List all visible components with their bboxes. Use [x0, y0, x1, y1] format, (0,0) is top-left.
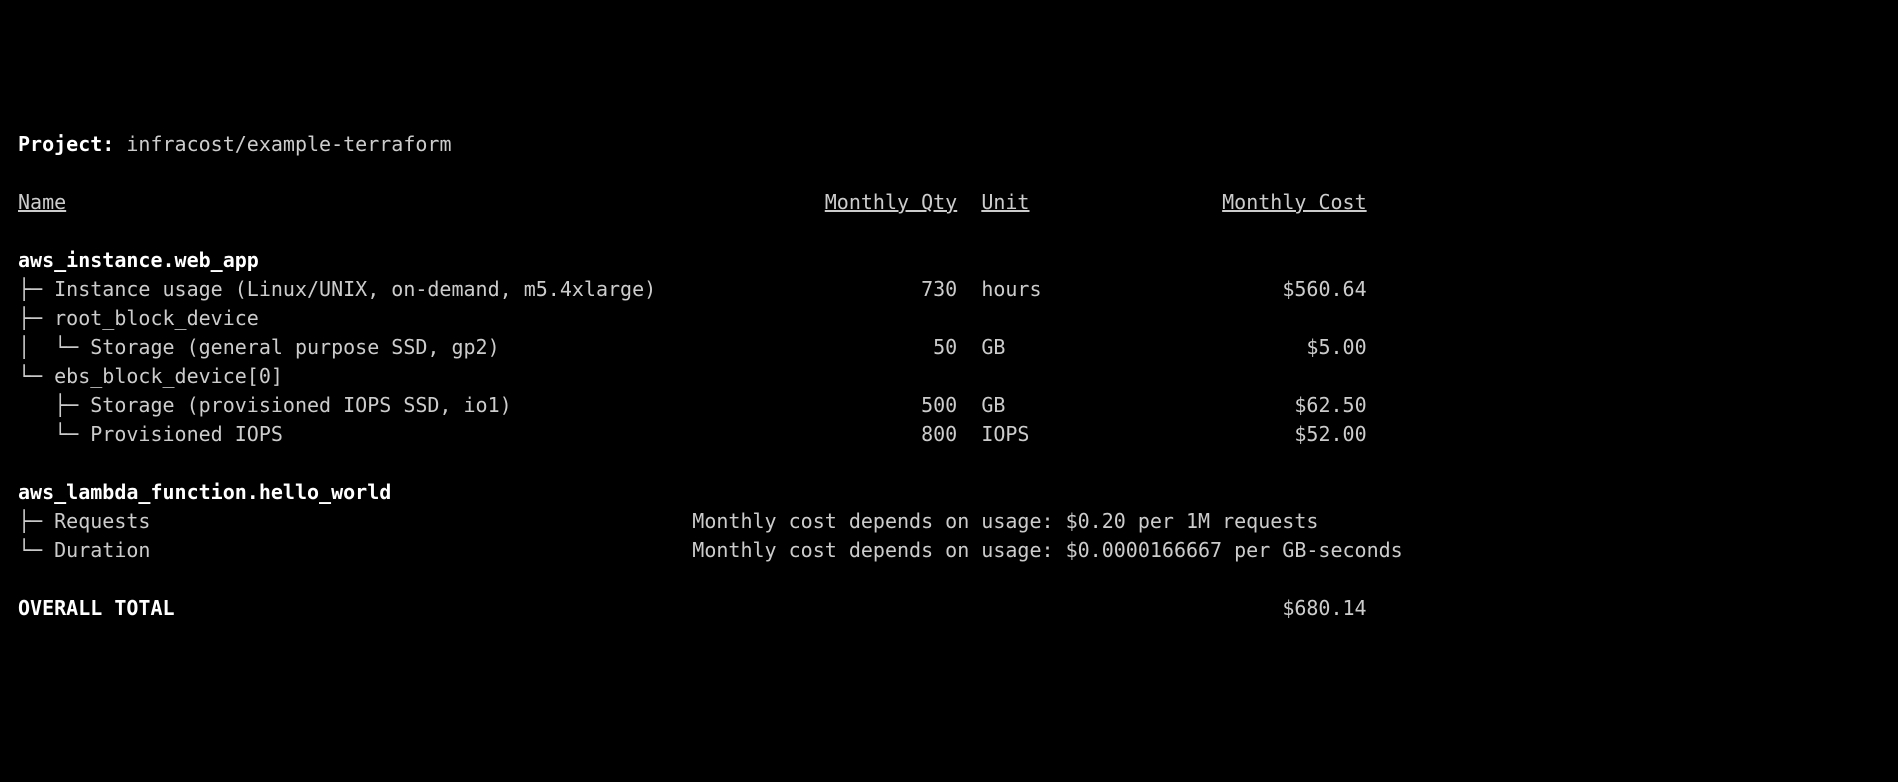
line-unit	[981, 364, 1077, 388]
project-line: Project: infracost/example-terraform	[18, 130, 1880, 159]
line-unit: IOPS	[981, 422, 1077, 446]
usage-note: Monthly cost depends on usage: $0.20 per…	[692, 509, 1318, 533]
blank-line	[18, 217, 1880, 246]
total-cost: $680.14	[1282, 596, 1366, 620]
line-label: └─ Provisioned IOPS	[18, 422, 740, 446]
cost-line: │ └─ Storage (general purpose SSD, gp2) …	[18, 333, 1880, 362]
line-unit	[981, 306, 1077, 330]
cost-line: ├─ Storage (provisioned IOPS SSD, io1) 5…	[18, 391, 1880, 420]
cost-line: └─ Provisioned IOPS 800 IOPS $52.00	[18, 420, 1880, 449]
project-label: Project:	[18, 132, 114, 156]
project-name: infracost/example-terraform	[126, 132, 451, 156]
line-qty	[740, 364, 957, 388]
resource-name: aws_lambda_function.hello_world	[18, 478, 1880, 507]
cost-line: └─ ebs_block_device[0]	[18, 362, 1880, 391]
blank-line	[18, 565, 1880, 594]
line-unit: GB	[981, 393, 1077, 417]
line-label: ├─ Instance usage (Linux/UNIX, on-demand…	[18, 277, 740, 301]
total-label: OVERALL TOTAL	[18, 596, 1282, 620]
resource-name: aws_instance.web_app	[18, 246, 1880, 275]
cost-line: ├─ root_block_device	[18, 304, 1880, 333]
line-cost: $52.00	[1078, 422, 1367, 446]
cost-line: ├─ Instance usage (Linux/UNIX, on-demand…	[18, 275, 1880, 304]
line-label: │ └─ Storage (general purpose SSD, gp2)	[18, 335, 740, 359]
line-cost: $5.00	[1078, 335, 1367, 359]
line-qty: 730	[740, 277, 957, 301]
header-cost: Monthly Cost	[1222, 190, 1367, 214]
header-row: Name Monthly Qty Unit Monthly Cost	[18, 188, 1880, 217]
line-qty: 500	[740, 393, 957, 417]
line-qty: 50	[740, 335, 957, 359]
header-name: Name	[18, 190, 66, 214]
line-unit: hours	[981, 277, 1077, 301]
cost-line-usage: └─ Duration Monthly cost depends on usag…	[18, 536, 1880, 565]
line-qty: 800	[740, 422, 957, 446]
blank-line	[18, 159, 1880, 188]
cost-line-usage: ├─ Requests Monthly cost depends on usag…	[18, 507, 1880, 536]
line-cost: $62.50	[1078, 393, 1367, 417]
overall-total: OVERALL TOTAL $680.14	[18, 594, 1880, 623]
line-qty	[740, 306, 957, 330]
line-cost	[1078, 364, 1367, 388]
header-unit: Unit	[981, 190, 1029, 214]
line-label: ├─ root_block_device	[18, 306, 740, 330]
usage-note: Monthly cost depends on usage: $0.000016…	[692, 538, 1402, 562]
header-qty: Monthly Qty	[825, 190, 957, 214]
line-label: └─ ebs_block_device[0]	[18, 364, 740, 388]
line-cost: $560.64	[1078, 277, 1367, 301]
line-unit: GB	[981, 335, 1077, 359]
line-label: ├─ Storage (provisioned IOPS SSD, io1)	[18, 393, 740, 417]
blank-line	[18, 449, 1880, 478]
line-cost	[1078, 306, 1367, 330]
